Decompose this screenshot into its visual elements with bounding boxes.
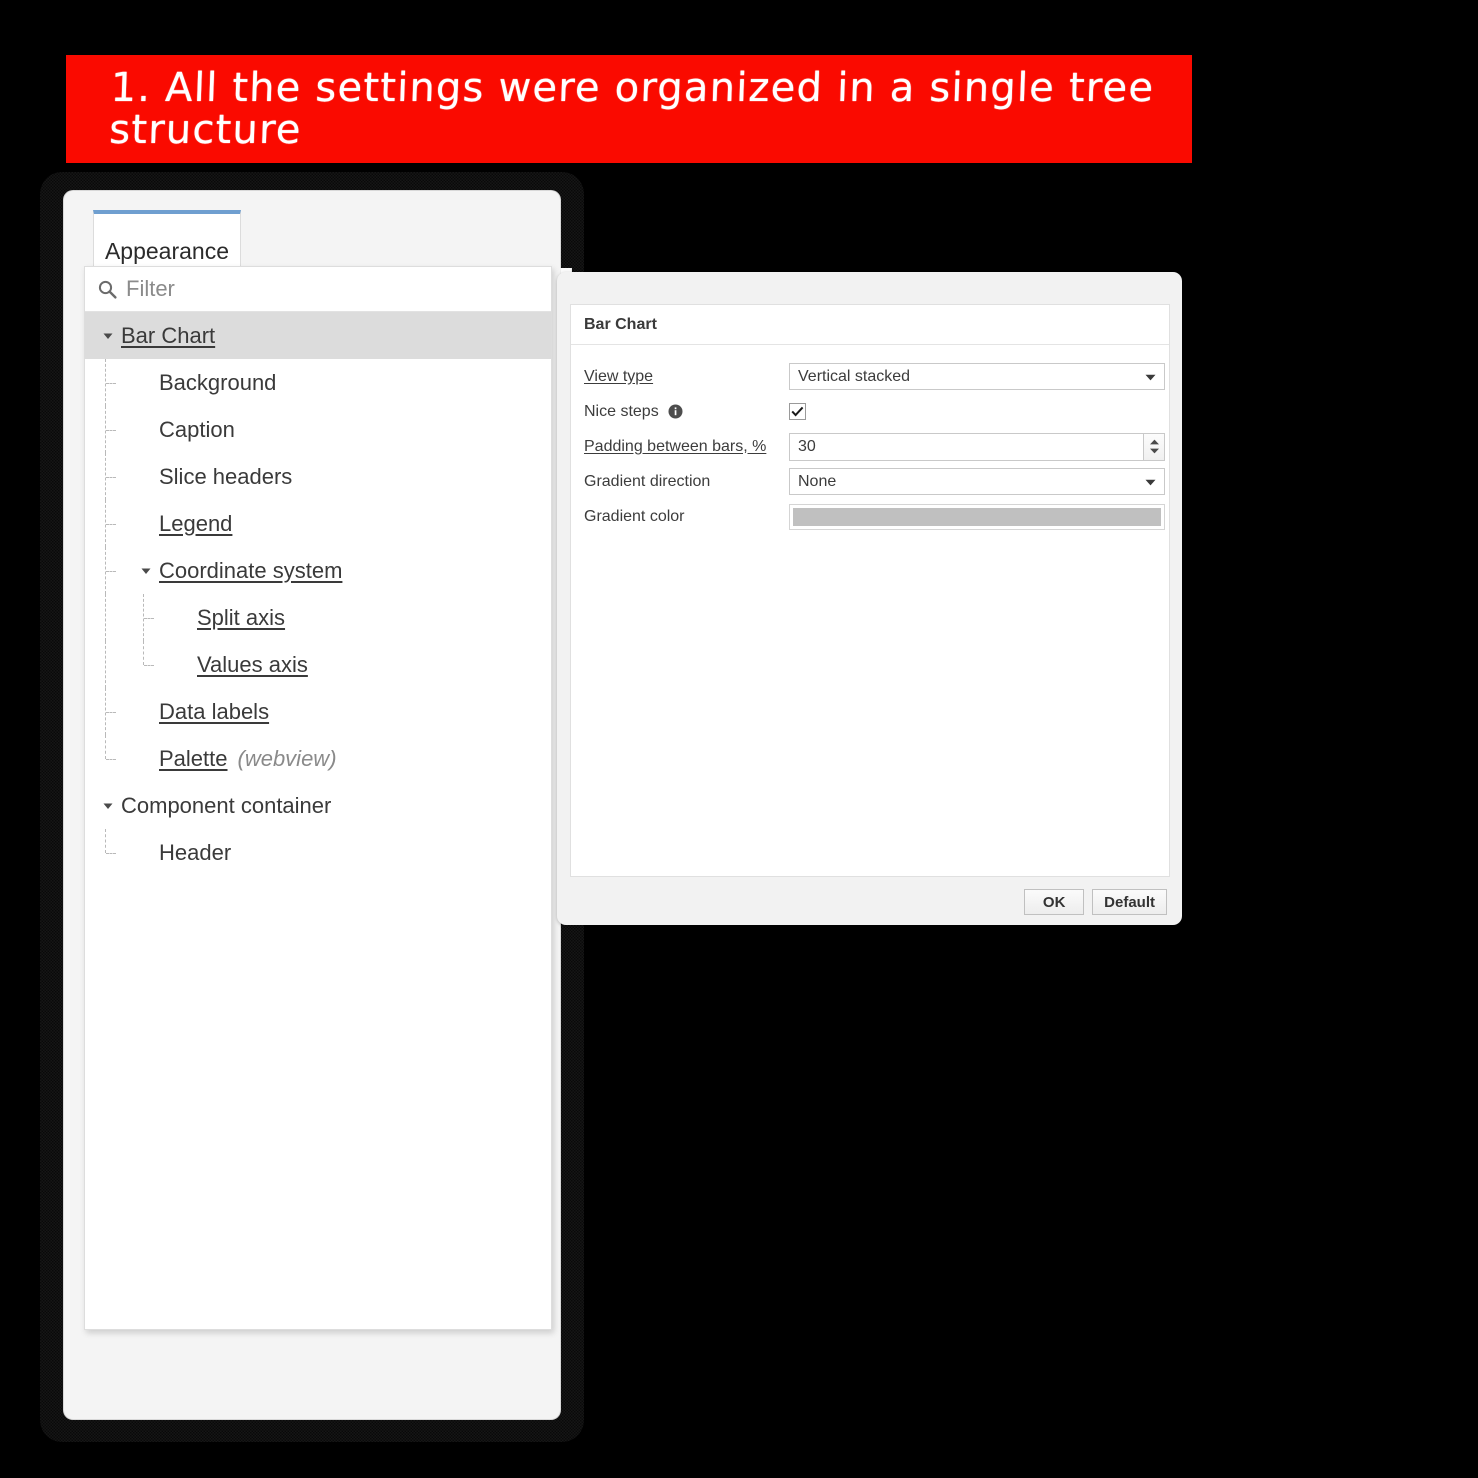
- field-control: 30: [789, 432, 1165, 461]
- info-icon[interactable]: [668, 404, 683, 419]
- chevron-down-icon[interactable]: [99, 327, 117, 345]
- tree-item-suffix: (webview): [237, 745, 337, 771]
- filter-row[interactable]: Filter: [85, 267, 551, 312]
- field-label-text[interactable]: View type: [584, 368, 653, 386]
- tree-item-component-container[interactable]: Component container: [85, 782, 551, 829]
- select-gradient-direction[interactable]: None: [789, 468, 1165, 495]
- field-control: None: [789, 468, 1165, 495]
- tab-strip: Appearance: [64, 191, 560, 271]
- filter-input[interactable]: Filter: [126, 276, 175, 302]
- screen-root: 1. All the settings were organized in a …: [0, 0, 1478, 1478]
- tree-item-content: Header: [85, 829, 231, 876]
- color-swatch-fill: [793, 507, 1161, 526]
- tree-item-label[interactable]: Bar Chart: [121, 323, 215, 349]
- properties-panel: Bar Chart View type Vertical stacked Nice …: [570, 304, 1170, 877]
- tree-item-label[interactable]: Data labels: [159, 699, 269, 725]
- chevron-down-icon[interactable]: [137, 562, 155, 580]
- tree-item-data-labels[interactable]: Data labels: [85, 688, 551, 735]
- field-control: [789, 503, 1165, 530]
- chevron-down-icon[interactable]: [1145, 368, 1156, 386]
- field-control: [789, 403, 1156, 420]
- tree-item-content: Component container: [85, 782, 331, 829]
- properties-header: Bar Chart: [571, 305, 1169, 345]
- settings-tree-panel: Filter Bar Chart Background Caption Slice h…: [84, 266, 552, 1330]
- tree-item-caption[interactable]: Caption: [85, 406, 551, 453]
- tree-item-content: Background: [85, 359, 276, 406]
- tree-item-content: Slice headers: [85, 453, 292, 500]
- tree-item-content: Bar Chart: [85, 312, 215, 359]
- chevron-down-icon[interactable]: [99, 797, 117, 815]
- field-label: Gradient color: [584, 508, 789, 526]
- spinner-padding-between-bars[interactable]: 30: [789, 432, 1165, 461]
- tree-item-legend[interactable]: Legend: [85, 500, 551, 547]
- tree-item-content: Coordinate system: [85, 547, 342, 594]
- tree-item-label: Caption: [159, 416, 235, 442]
- properties-title: Bar Chart: [584, 315, 657, 333]
- tree-item-content: Values axis: [85, 641, 308, 688]
- chevron-down-icon[interactable]: [1145, 473, 1156, 491]
- tab-appearance-label: Appearance: [104, 238, 230, 264]
- field-label-text: Nice steps: [584, 402, 659, 420]
- field-label-text[interactable]: Padding between bars, %: [584, 438, 766, 456]
- spinner-buttons[interactable]: [1143, 432, 1165, 461]
- tree-item-label: Background: [159, 369, 277, 395]
- tree-item-palette[interactable]: Palette (webview): [85, 735, 551, 782]
- tree-item-label: Slice headers: [159, 463, 293, 489]
- select-view-type[interactable]: Vertical stacked: [789, 363, 1165, 390]
- default-button[interactable]: Default: [1092, 889, 1167, 915]
- checkbox-nice-steps[interactable]: [789, 403, 806, 420]
- settings-tree: Bar Chart Background Caption Slice headers L…: [85, 312, 551, 876]
- field-label: Nice steps: [584, 403, 789, 421]
- tree-item-header[interactable]: Header: [85, 829, 551, 876]
- tree-item-label[interactable]: Legend: [159, 511, 232, 537]
- field-row-gradient-color: Gradient color: [584, 499, 1165, 534]
- field-label: Gradient direction: [584, 473, 789, 491]
- field-row-padding-between-bars-: Padding between bars, % 30: [584, 429, 1165, 464]
- tree-item-content: Split axis: [85, 594, 285, 641]
- tree-item-label[interactable]: Values axis: [197, 652, 308, 678]
- tree-item-label[interactable]: Coordinate system: [159, 558, 342, 584]
- tree-item-label[interactable]: Palette: [159, 746, 228, 772]
- tree-item-label[interactable]: Split axis: [197, 605, 285, 631]
- tree-item-split-axis[interactable]: Split axis: [85, 594, 551, 641]
- tree-item-content: Caption: [85, 406, 235, 453]
- spinner-input[interactable]: 30: [789, 432, 1143, 461]
- select-value: Vertical stacked: [798, 367, 911, 385]
- field-row-gradient-direction: Gradient direction None: [584, 464, 1165, 499]
- tree-item-content: Palette (webview): [85, 735, 337, 782]
- field-label: Padding between bars, %: [584, 438, 789, 456]
- tree-item-values-axis[interactable]: Values axis: [85, 641, 551, 688]
- tree-item-background[interactable]: Background: [85, 359, 551, 406]
- field-label-text: Gradient color: [584, 507, 685, 525]
- tree-item-content: Data labels: [85, 688, 269, 735]
- properties-fields: View type Vertical stacked Nice steps Paddi…: [571, 345, 1169, 534]
- field-label: View type: [584, 368, 789, 386]
- field-row-nice-steps: Nice steps: [584, 394, 1156, 429]
- tree-item-label: Component container: [121, 792, 332, 818]
- tree-item-bar-chart[interactable]: Bar Chart: [85, 312, 551, 359]
- color-swatch-gradient-color[interactable]: [789, 503, 1165, 530]
- search-icon: [97, 279, 118, 300]
- select-value: None: [798, 472, 837, 490]
- field-label-text: Gradient direction: [584, 472, 711, 490]
- annotation-banner: 1. All the settings were organized in a …: [66, 55, 1192, 163]
- field-row-view-type: View type Vertical stacked: [584, 359, 1165, 394]
- tree-item-slice-headers[interactable]: Slice headers: [85, 453, 551, 500]
- dialog-footer: OK Default: [557, 879, 1182, 925]
- annotation-banner-text: 1. All the settings were organized in a …: [108, 64, 1156, 153]
- tree-item-content: Legend: [85, 500, 232, 547]
- tab-appearance[interactable]: Appearance: [93, 210, 241, 270]
- tree-item-label: Header: [159, 839, 232, 865]
- field-control: Vertical stacked: [789, 363, 1165, 390]
- ok-button[interactable]: OK: [1024, 889, 1085, 915]
- properties-dialog: Bar Chart View type Vertical stacked Nice …: [557, 272, 1182, 925]
- tree-item-coordinate-system[interactable]: Coordinate system: [85, 547, 551, 594]
